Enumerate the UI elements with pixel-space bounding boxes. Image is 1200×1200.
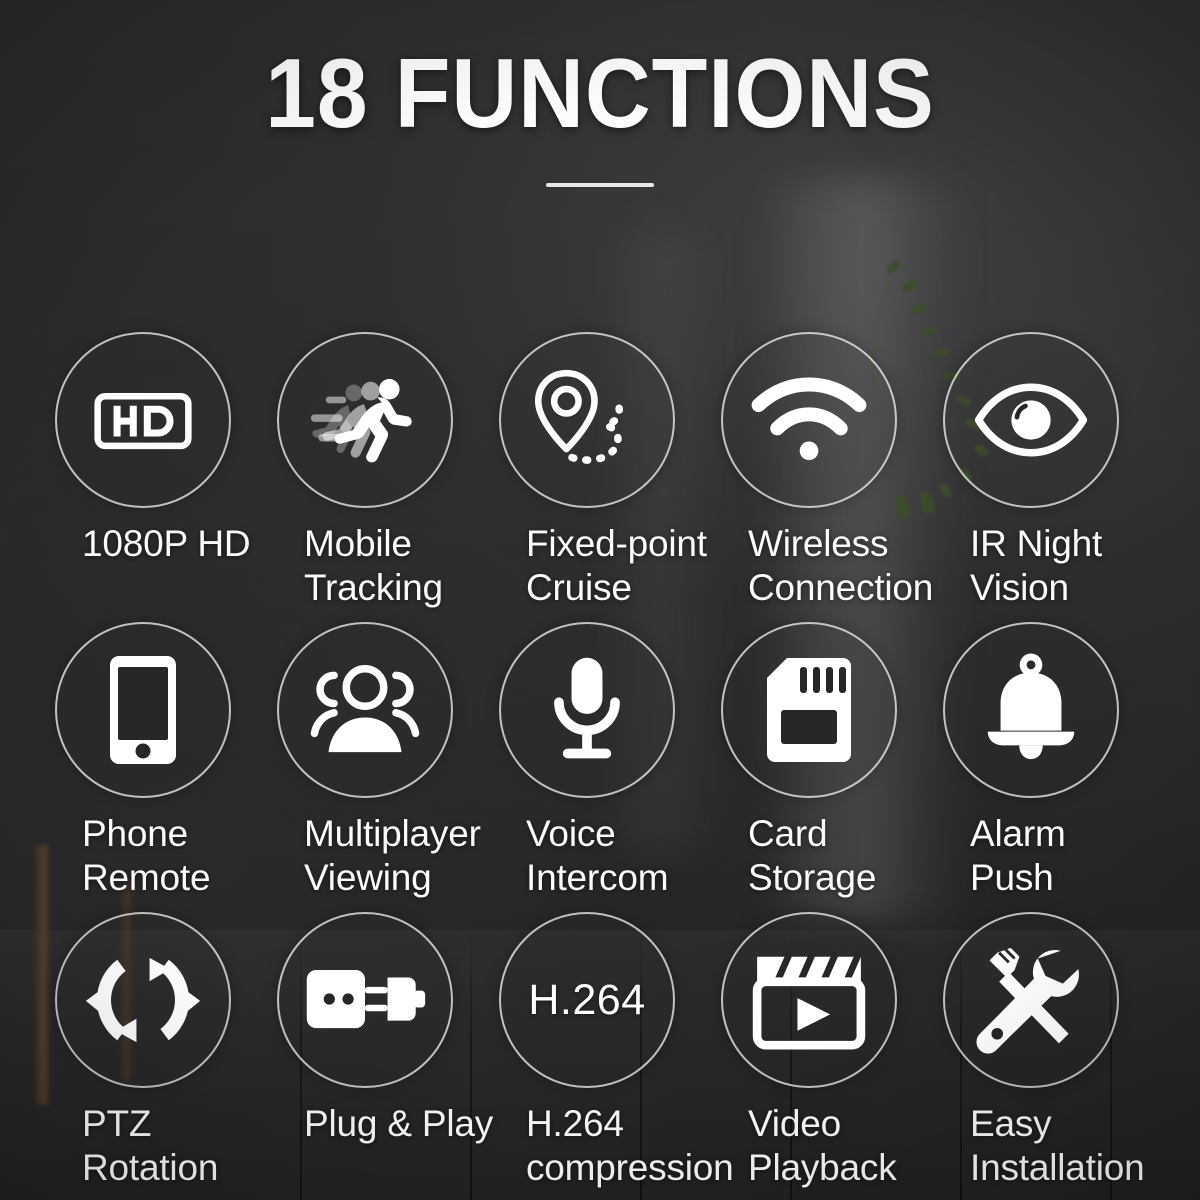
feature-icon-ring (721, 622, 897, 798)
feature-item[interactable]: Mobile Tracking (274, 332, 496, 622)
wifi-icon (751, 376, 867, 464)
feature-label: H.264 compression (526, 1103, 734, 1188)
plug-socket-icon (303, 962, 427, 1038)
page-title: 18 FUNCTIONS (265, 38, 935, 148)
rotation-arrows-icon (84, 948, 202, 1052)
feature-icon-ring (943, 332, 1119, 508)
hd-badge-icon (89, 366, 197, 474)
feature-label: Mobile Tracking (304, 523, 443, 608)
feature-item[interactable]: Phone Remote (52, 622, 274, 912)
feature-item[interactable]: Fixed-point Cruise (496, 332, 718, 622)
running-person-icon (309, 366, 421, 474)
wrench-screwdriver-icon (976, 945, 1086, 1055)
feature-item[interactable]: Voice Intercom (496, 622, 718, 912)
clapperboard-play-icon (752, 951, 866, 1050)
feature-icon-ring (721, 912, 897, 1088)
feature-icon-ring: H.264 (499, 912, 675, 1088)
microphone-icon (542, 652, 632, 768)
feature-icon-ring (721, 332, 897, 508)
feature-icon-ring (277, 622, 453, 798)
smartphone-icon (104, 652, 182, 768)
feature-icon-ring (55, 332, 231, 508)
feature-item[interactable]: H.264 H.264 compression (496, 912, 734, 1200)
feature-icon-ring (277, 912, 453, 1088)
feature-item[interactable]: PTZ Rotation (52, 912, 274, 1200)
feature-item[interactable]: IR Night Vision (940, 332, 1162, 622)
feature-icon-ring (277, 332, 453, 508)
feature-item[interactable]: Card Storage (718, 622, 940, 912)
feature-poster: 18 FUNCTIONS 1080P HD Mobile Tracking Fi… (0, 0, 1200, 1200)
sd-card-icon (761, 654, 857, 766)
feature-label: 1080P HD (82, 523, 251, 564)
feature-label: Alarm Push (970, 813, 1066, 898)
feature-item[interactable]: 1080P HD (52, 332, 274, 622)
feature-label: Plug & Play (304, 1103, 494, 1144)
feature-icon-ring (943, 912, 1119, 1088)
poster-header: 18 FUNCTIONS (0, 0, 1200, 187)
title-divider (546, 182, 654, 187)
people-group-icon (306, 662, 424, 758)
feature-grid: 1080P HD Mobile Tracking Fixed-point Cru… (52, 332, 1160, 1200)
feature-label: IR Night Vision (970, 523, 1103, 608)
map-pin-route-icon (527, 366, 647, 474)
feature-label: Fixed-point Cruise (526, 523, 707, 608)
feature-icon-ring (55, 622, 231, 798)
feature-item[interactable]: Alarm Push (940, 622, 1162, 912)
feature-label: Video Playback (748, 1103, 897, 1188)
feature-label: Voice Intercom (526, 813, 669, 898)
bell-icon (979, 653, 1083, 765)
eye-icon (973, 378, 1089, 462)
feature-label: Wireless Connection (748, 523, 934, 608)
feature-icon-ring (55, 912, 231, 1088)
h264-text-icon: H.264 (528, 975, 646, 1024)
feature-label: Easy Installation (970, 1103, 1145, 1188)
feature-item[interactable]: Video Playback (718, 912, 940, 1200)
background-furniture-leg (34, 845, 51, 1105)
feature-icon-ring (499, 332, 675, 508)
feature-label: Phone Remote (82, 813, 211, 898)
feature-icon-ring (499, 622, 675, 798)
feature-item[interactable]: Plug & Play (274, 912, 496, 1200)
feature-item[interactable]: Wireless Connection (718, 332, 940, 622)
feature-icon-ring (943, 622, 1119, 798)
feature-item[interactable]: Easy Installation (940, 912, 1162, 1200)
feature-label: Multiplayer Viewing (304, 813, 481, 898)
feature-label: Card Storage (748, 813, 877, 898)
feature-item[interactable]: Multiplayer Viewing (274, 622, 496, 912)
feature-label: PTZ Rotation (82, 1103, 219, 1188)
